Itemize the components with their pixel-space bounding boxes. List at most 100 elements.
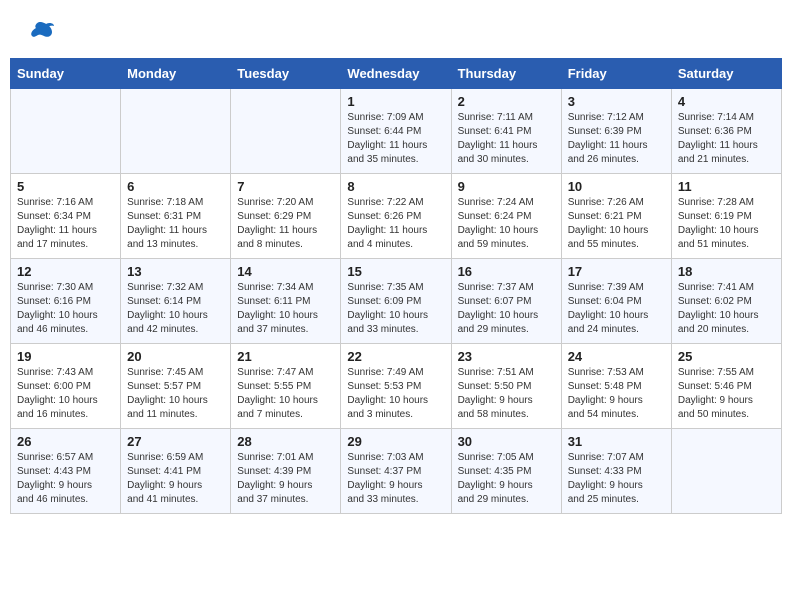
calendar-day-cell: 22 Sunrise: 7:49 AM Sunset: 5:53 PM Dayli… xyxy=(341,344,451,429)
day-number: 18 xyxy=(678,264,775,279)
calendar-day-cell: 12 Sunrise: 7:30 AM Sunset: 6:16 PM Dayli… xyxy=(11,259,121,344)
day-number: 2 xyxy=(458,94,555,109)
day-detail: Sunrise: 7:37 AM Sunset: 6:07 PM Dayligh… xyxy=(458,282,539,335)
day-number: 19 xyxy=(17,349,114,364)
weekday-header-wednesday: Wednesday xyxy=(341,59,451,89)
day-number: 24 xyxy=(568,349,665,364)
day-detail: Sunrise: 7:53 AM Sunset: 5:48 PM Dayligh… xyxy=(568,367,644,420)
calendar-day-cell: 4 Sunrise: 7:14 AM Sunset: 6:36 PM Daylig… xyxy=(671,89,781,174)
calendar-day-cell: 5 Sunrise: 7:16 AM Sunset: 6:34 PM Daylig… xyxy=(11,174,121,259)
day-detail: Sunrise: 7:09 AM Sunset: 6:44 PM Dayligh… xyxy=(347,112,427,165)
calendar-day-cell: 2 Sunrise: 7:11 AM Sunset: 6:41 PM Daylig… xyxy=(451,89,561,174)
day-number: 31 xyxy=(568,434,665,449)
day-detail: Sunrise: 7:30 AM Sunset: 6:16 PM Dayligh… xyxy=(17,282,98,335)
calendar-day-cell: 8 Sunrise: 7:22 AM Sunset: 6:26 PM Daylig… xyxy=(341,174,451,259)
day-detail: Sunrise: 7:26 AM Sunset: 6:21 PM Dayligh… xyxy=(568,197,649,250)
calendar-day-cell: 13 Sunrise: 7:32 AM Sunset: 6:14 PM Dayli… xyxy=(121,259,231,344)
day-detail: Sunrise: 7:16 AM Sunset: 6:34 PM Dayligh… xyxy=(17,197,97,250)
calendar-day-cell: 14 Sunrise: 7:34 AM Sunset: 6:11 PM Dayli… xyxy=(231,259,341,344)
day-number: 26 xyxy=(17,434,114,449)
calendar-table: SundayMondayTuesdayWednesdayThursdayFrid… xyxy=(10,58,782,514)
day-number: 13 xyxy=(127,264,224,279)
calendar-day-cell: 23 Sunrise: 7:51 AM Sunset: 5:50 PM Dayli… xyxy=(451,344,561,429)
day-number: 23 xyxy=(458,349,555,364)
day-number: 22 xyxy=(347,349,444,364)
calendar-day-cell: 17 Sunrise: 7:39 AM Sunset: 6:04 PM Dayli… xyxy=(561,259,671,344)
calendar-day-cell: 7Sunrise: 7:20 AM Sunset: 6:29 PM Daylig… xyxy=(231,174,341,259)
day-detail: Sunrise: 7:35 AM Sunset: 6:09 PM Dayligh… xyxy=(347,282,428,335)
calendar-day-cell: 18 Sunrise: 7:41 AM Sunset: 6:02 PM Dayli… xyxy=(671,259,781,344)
day-number: 29 xyxy=(347,434,444,449)
day-detail: Sunrise: 7:49 AM Sunset: 5:53 PM Dayligh… xyxy=(347,367,428,420)
day-detail: Sunrise: 7:11 AM Sunset: 6:41 PM Dayligh… xyxy=(458,112,538,165)
calendar-wrap: SundayMondayTuesdayWednesdayThursdayFrid… xyxy=(0,58,792,524)
day-number: 16 xyxy=(458,264,555,279)
calendar-day-cell: 24 Sunrise: 7:53 AM Sunset: 5:48 PM Dayli… xyxy=(561,344,671,429)
calendar-day-cell: 21Sunrise: 7:47 AM Sunset: 5:55 PM Dayli… xyxy=(231,344,341,429)
calendar-day-cell: 25Sunrise: 7:55 AM Sunset: 5:46 PM Dayli… xyxy=(671,344,781,429)
day-detail: Sunrise: 7:34 AM Sunset: 6:11 PM Dayligh… xyxy=(237,282,318,335)
day-number: 28 xyxy=(237,434,334,449)
calendar-day-cell: 27Sunrise: 6:59 AM Sunset: 4:41 PM Dayli… xyxy=(121,429,231,514)
day-number: 15 xyxy=(347,264,444,279)
day-number: 5 xyxy=(17,179,114,194)
calendar-day-cell: 20Sunrise: 7:45 AM Sunset: 5:57 PM Dayli… xyxy=(121,344,231,429)
weekday-header-monday: Monday xyxy=(121,59,231,89)
day-number: 11 xyxy=(678,179,775,194)
day-detail: Sunrise: 7:28 AM Sunset: 6:19 PM Dayligh… xyxy=(678,197,759,250)
calendar-day-cell: 31 Sunrise: 7:07 AM Sunset: 4:33 PM Dayli… xyxy=(561,429,671,514)
day-detail: Sunrise: 7:07 AM Sunset: 4:33 PM Dayligh… xyxy=(568,452,644,505)
day-number: 8 xyxy=(347,179,444,194)
calendar-week-row: 1 Sunrise: 7:09 AM Sunset: 6:44 PM Daylig… xyxy=(11,89,782,174)
weekday-header-friday: Friday xyxy=(561,59,671,89)
calendar-empty-cell xyxy=(121,89,231,174)
calendar-empty-cell xyxy=(671,429,781,514)
day-number: 30 xyxy=(458,434,555,449)
day-number: 12 xyxy=(17,264,114,279)
day-detail: Sunrise: 7:41 AM Sunset: 6:02 PM Dayligh… xyxy=(678,282,759,335)
day-detail: Sunrise: 7:14 AM Sunset: 6:36 PM Dayligh… xyxy=(678,112,758,165)
day-detail: Sunrise: 7:55 AM Sunset: 5:46 PM Dayligh… xyxy=(678,367,754,420)
day-detail: Sunrise: 7:24 AM Sunset: 6:24 PM Dayligh… xyxy=(458,197,539,250)
calendar-day-cell: 15 Sunrise: 7:35 AM Sunset: 6:09 PM Dayli… xyxy=(341,259,451,344)
calendar-day-cell: 1 Sunrise: 7:09 AM Sunset: 6:44 PM Daylig… xyxy=(341,89,451,174)
day-detail: Sunrise: 7:01 AM Sunset: 4:39 PM Dayligh… xyxy=(237,452,313,505)
day-number: 3 xyxy=(568,94,665,109)
day-number: 14 xyxy=(237,264,334,279)
calendar-day-cell: 11 Sunrise: 7:28 AM Sunset: 6:19 PM Dayli… xyxy=(671,174,781,259)
weekday-header-tuesday: Tuesday xyxy=(231,59,341,89)
calendar-week-row: 12 Sunrise: 7:30 AM Sunset: 6:16 PM Dayli… xyxy=(11,259,782,344)
day-detail: Sunrise: 7:18 AM Sunset: 6:31 PM Dayligh… xyxy=(127,197,207,250)
day-detail: Sunrise: 7:43 AM Sunset: 6:00 PM Dayligh… xyxy=(17,367,98,420)
day-detail: Sunrise: 7:22 AM Sunset: 6:26 PM Dayligh… xyxy=(347,197,427,250)
day-number: 20 xyxy=(127,349,224,364)
weekday-header-thursday: Thursday xyxy=(451,59,561,89)
calendar-day-cell: 16 Sunrise: 7:37 AM Sunset: 6:07 PM Dayli… xyxy=(451,259,561,344)
calendar-empty-cell xyxy=(231,89,341,174)
calendar-week-row: 19 Sunrise: 7:43 AM Sunset: 6:00 PM Dayli… xyxy=(11,344,782,429)
calendar-day-cell: 19 Sunrise: 7:43 AM Sunset: 6:00 PM Dayli… xyxy=(11,344,121,429)
day-detail: Sunrise: 7:20 AM Sunset: 6:29 PM Dayligh… xyxy=(237,197,317,250)
day-number: 9 xyxy=(458,179,555,194)
day-detail: Sunrise: 7:39 AM Sunset: 6:04 PM Dayligh… xyxy=(568,282,649,335)
calendar-day-cell: 29 Sunrise: 7:03 AM Sunset: 4:37 PM Dayli… xyxy=(341,429,451,514)
day-number: 21 xyxy=(237,349,334,364)
calendar-day-cell: 10Sunrise: 7:26 AM Sunset: 6:21 PM Dayli… xyxy=(561,174,671,259)
day-number: 1 xyxy=(347,94,444,109)
calendar-day-cell: 3 Sunrise: 7:12 AM Sunset: 6:39 PM Daylig… xyxy=(561,89,671,174)
day-number: 6 xyxy=(127,179,224,194)
day-number: 4 xyxy=(678,94,775,109)
calendar-day-cell: 30Sunrise: 7:05 AM Sunset: 4:35 PM Dayli… xyxy=(451,429,561,514)
calendar-day-cell: 6 Sunrise: 7:18 AM Sunset: 6:31 PM Daylig… xyxy=(121,174,231,259)
day-detail: Sunrise: 7:12 AM Sunset: 6:39 PM Dayligh… xyxy=(568,112,648,165)
day-number: 17 xyxy=(568,264,665,279)
page-header xyxy=(0,0,792,58)
calendar-week-row: 26 Sunrise: 6:57 AM Sunset: 4:43 PM Dayli… xyxy=(11,429,782,514)
day-detail: Sunrise: 7:03 AM Sunset: 4:37 PM Dayligh… xyxy=(347,452,423,505)
calendar-day-cell: 28 Sunrise: 7:01 AM Sunset: 4:39 PM Dayli… xyxy=(231,429,341,514)
day-detail: Sunrise: 7:32 AM Sunset: 6:14 PM Dayligh… xyxy=(127,282,208,335)
calendar-day-cell: 26 Sunrise: 6:57 AM Sunset: 4:43 PM Dayli… xyxy=(11,429,121,514)
day-detail: Sunrise: 6:57 AM Sunset: 4:43 PM Dayligh… xyxy=(17,452,93,505)
weekday-header-row: SundayMondayTuesdayWednesdayThursdayFrid… xyxy=(11,59,782,89)
day-detail: Sunrise: 7:51 AM Sunset: 5:50 PM Dayligh… xyxy=(458,367,534,420)
